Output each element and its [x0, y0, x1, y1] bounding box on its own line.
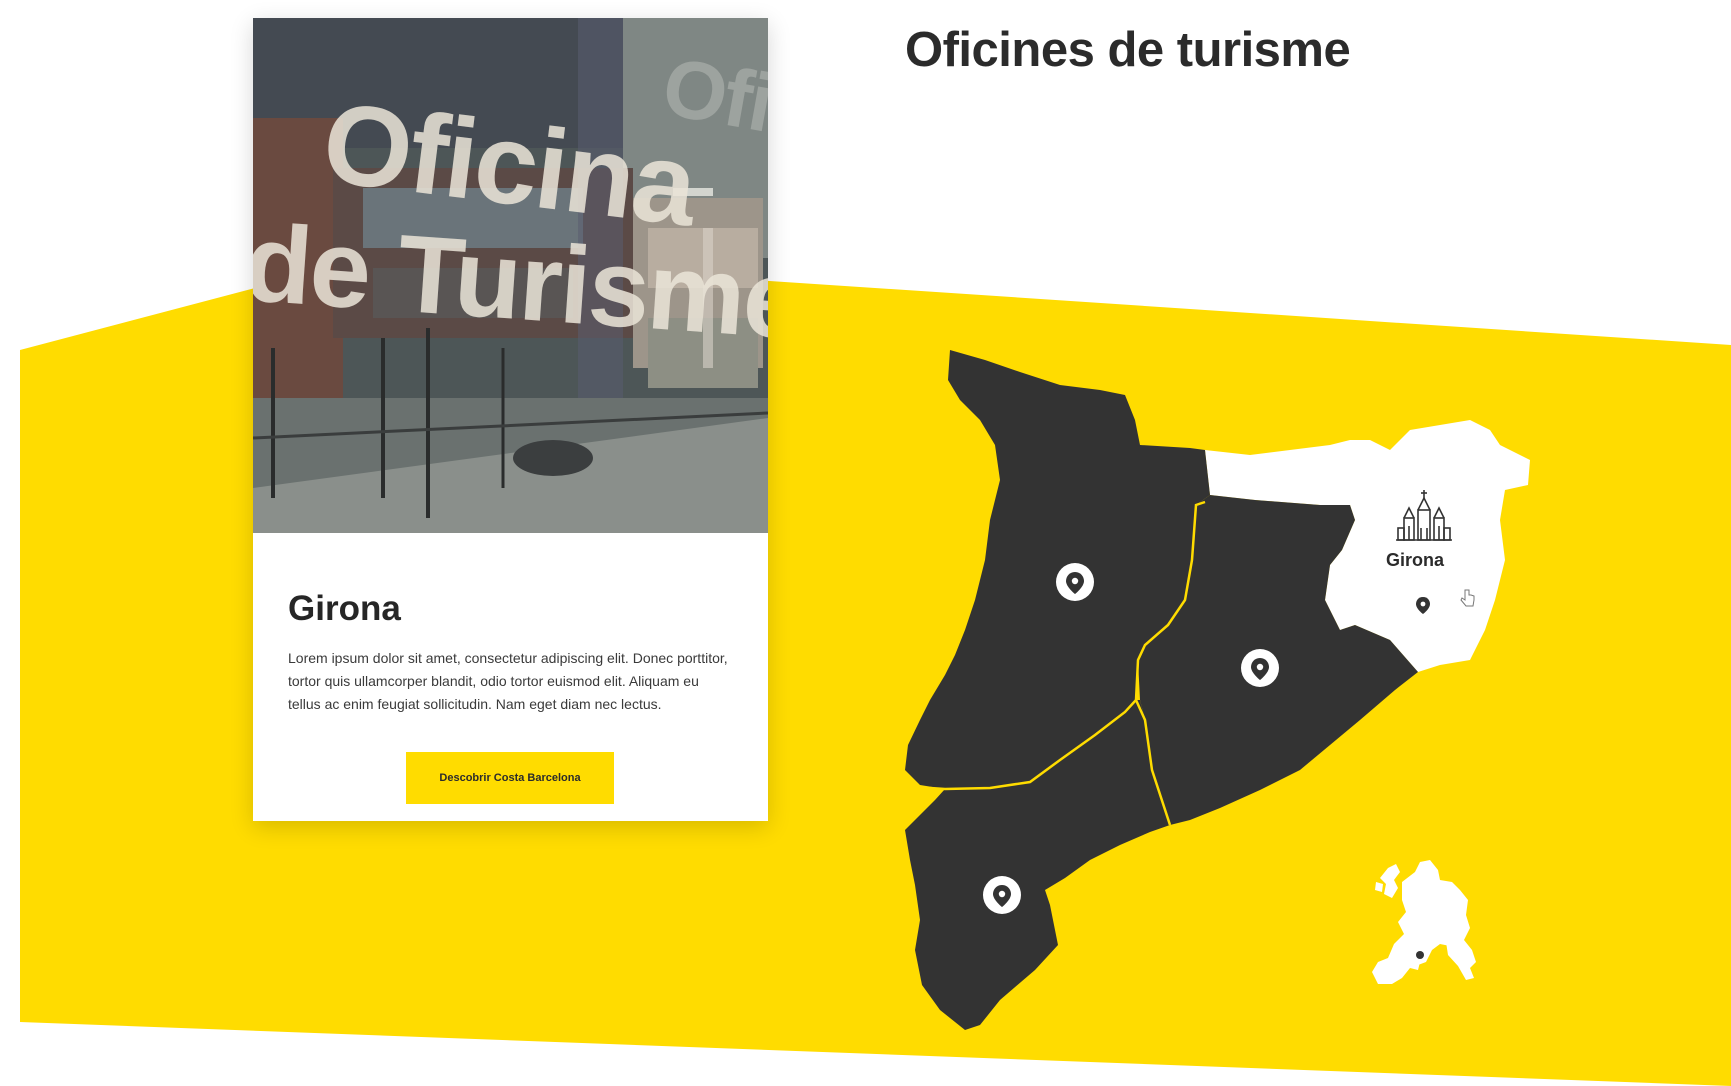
selected-region-label: Girona: [1386, 550, 1445, 570]
card-body: Girona Lorem ipsum dolor sit amet, conse…: [253, 533, 768, 821]
location-pin-icon[interactable]: [1241, 649, 1279, 687]
card-title: Girona: [288, 589, 401, 628]
card-description: Lorem ipsum dolor sit amet, consectetur …: [288, 650, 728, 712]
discover-costa-barcelona-button[interactable]: Descobrir Costa Barcelona: [406, 752, 614, 804]
tourism-office-card: Ofi Oficina de Turisme Girona Lorem ipsu…: [253, 18, 768, 821]
location-pin-icon[interactable]: [1056, 563, 1094, 601]
page-title: Oficines de turisme: [905, 23, 1351, 77]
office-photo: Ofi Oficina de Turisme: [253, 18, 768, 533]
location-pin-icon[interactable]: [983, 876, 1021, 914]
